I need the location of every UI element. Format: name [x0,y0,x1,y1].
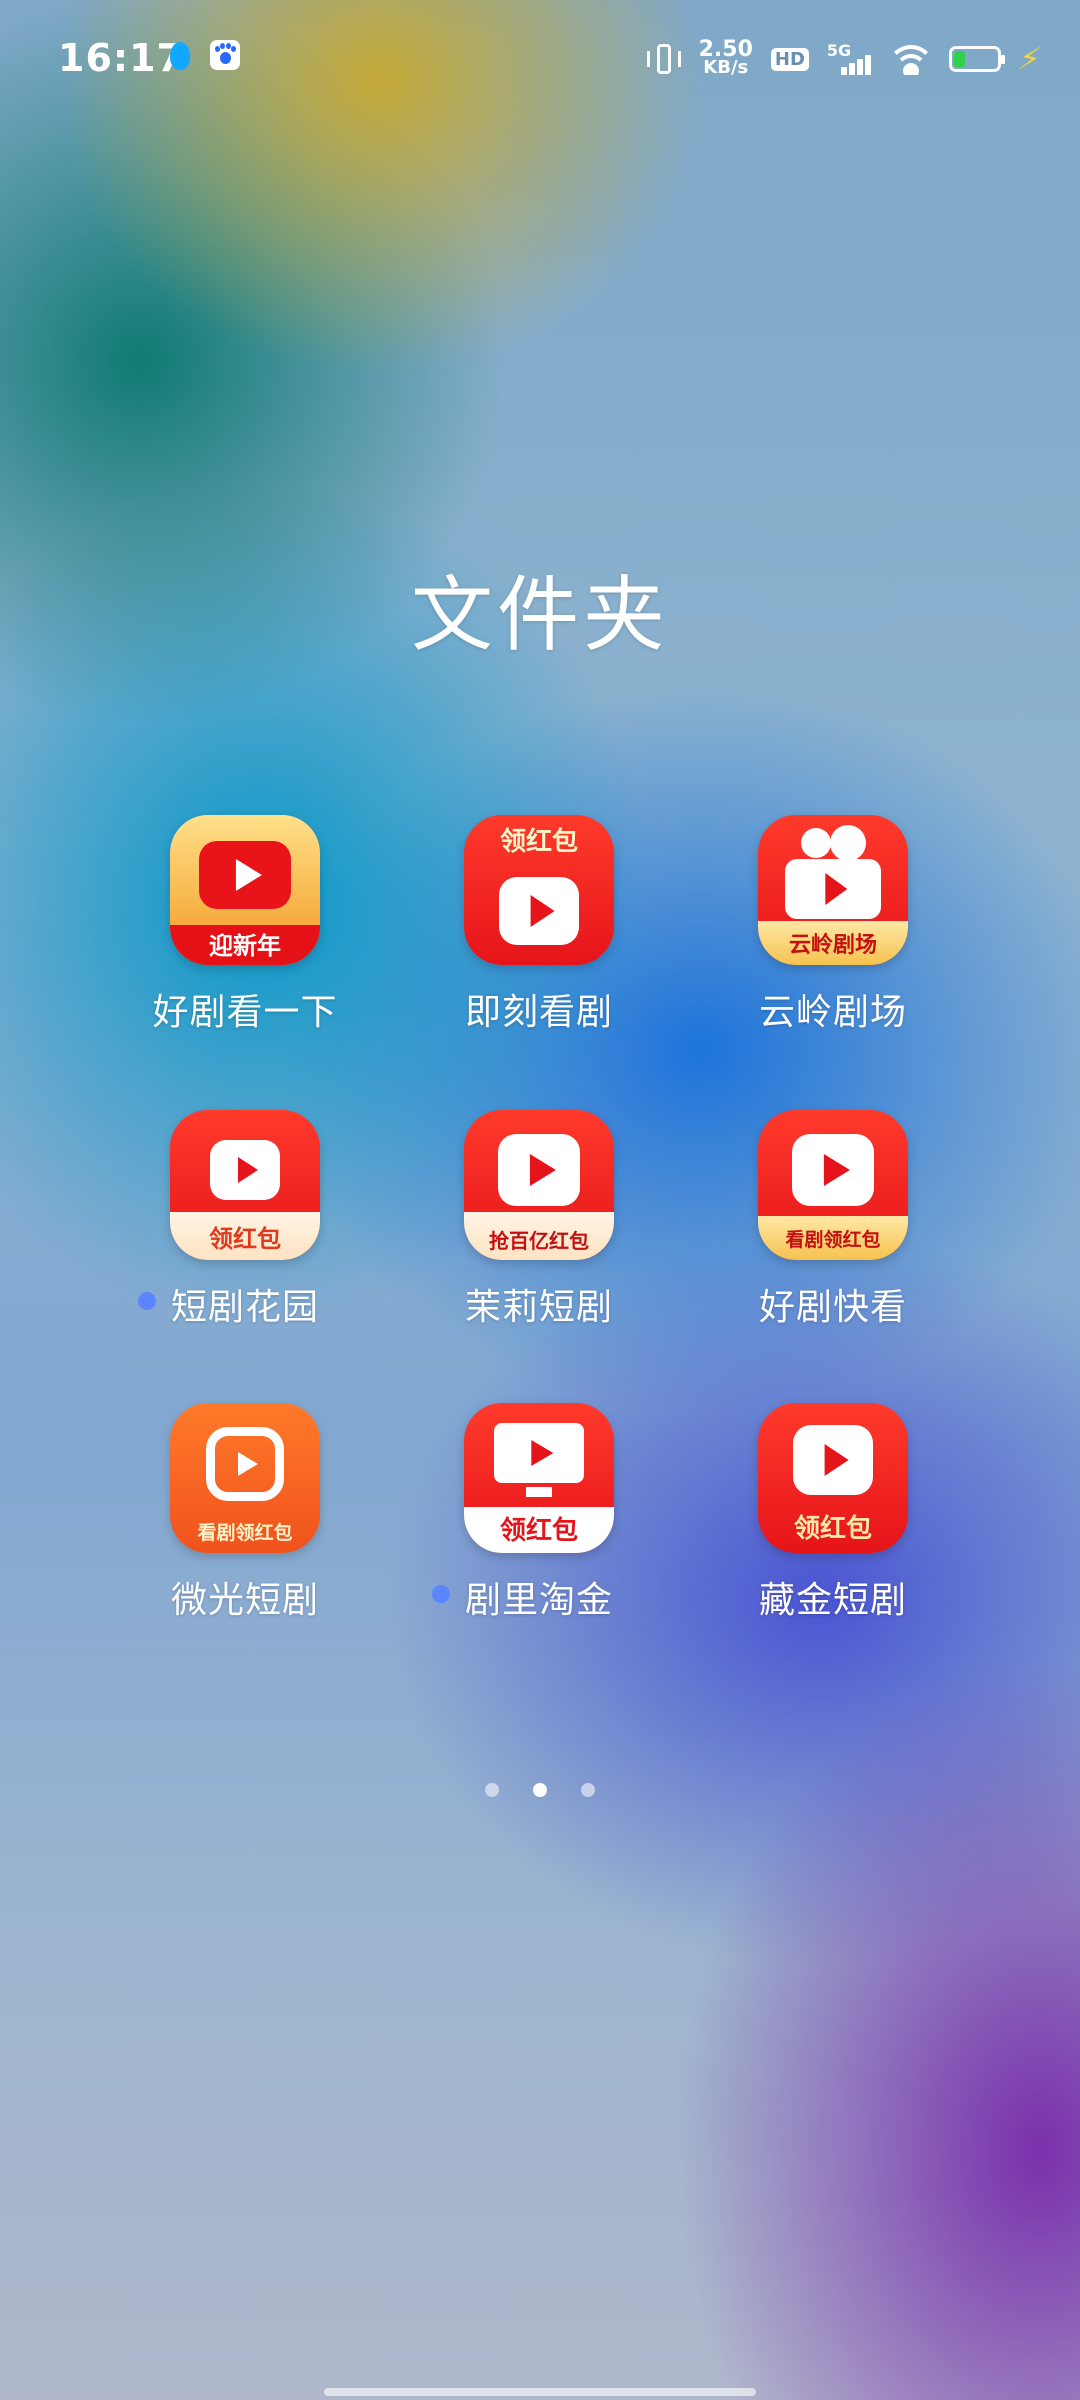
network-speed-unit: KB/s [703,57,749,78]
page-indicator[interactable] [0,1783,1080,1797]
battery-icon [948,46,1005,72]
duanju-huayuan-app-icon[interactable]: 领红包 [170,1110,320,1260]
app-juli-taojin[interactable]: 领红包 剧里淘金 [392,1403,652,1643]
weiguang-duanju-app-icon[interactable]: 看剧领红包 [170,1403,320,1553]
app-label: 剧里淘金 [464,1580,613,1621]
app-label: 云岭剧场 [758,992,907,1033]
folder-title[interactable]: 文件夹 [0,548,1080,667]
network-type-label: 5G [826,41,852,60]
app-label: 微光短剧 [170,1580,319,1621]
app-duanju-huayuan[interactable]: 领红包 短剧花园 [98,1110,358,1350]
app-icon-badge-text: 云岭剧场 [788,933,877,958]
status-time: 16:17 [58,36,184,80]
cangjin-duanju-app-icon[interactable]: 领红包 [758,1403,908,1553]
hd-badge: HD [770,47,809,71]
app-icon-badge-text: 抢百亿红包 [489,1229,589,1253]
haoju-kanyixia-app-icon[interactable]: 迎新年 [170,815,320,965]
page-dot[interactable] [485,1783,499,1797]
app-icon-badge-text: 领红包 [499,827,578,857]
haoju-kuaikan-app-icon[interactable]: 看剧领红包 [758,1110,908,1260]
jike-kanju-app-icon[interactable]: 领红包 [464,815,614,965]
app-label: 好剧看一下 [152,992,338,1033]
app-yunling-juchang[interactable]: 云岭剧场 云岭剧场 [686,815,946,1055]
app-icon-badge-text: 看剧领红包 [197,1522,293,1544]
baidu-icon [210,40,240,70]
app-icon-badge-text: 领红包 [209,1225,281,1253]
app-icon-badge-text: 领红包 [499,1516,578,1546]
page-dot-active[interactable] [533,1783,547,1797]
yunling-juchang-app-icon[interactable]: 云岭剧场 [758,815,908,965]
app-haoju-kanyixia[interactable]: 迎新年 好剧看一下 [98,815,358,1055]
juli-taojin-app-icon[interactable]: 领红包 [464,1403,614,1553]
signal-icon: 5G [827,41,873,77]
app-cangjin-duanju[interactable]: 领红包 藏金短剧 [686,1403,946,1643]
charging-icon: ⚡ [1015,41,1044,77]
app-label: 好剧快看 [758,1287,907,1328]
moli-duanju-app-icon[interactable]: 抢百亿红包 [464,1110,614,1260]
app-label: 即刻看剧 [464,992,613,1033]
app-icon-badge-text: 看剧领红包 [785,1229,881,1251]
app-haoju-kuaikan[interactable]: 看剧领红包 好剧快看 [686,1110,946,1350]
app-jike-kanju[interactable]: 领红包 即刻看剧 [392,815,652,1055]
app-label: 短剧花园 [170,1287,319,1328]
qq-icon [170,42,190,70]
page-dot[interactable] [581,1783,595,1797]
status-bar: 16:17 2.50 KB/s HD 5G ⚡ [0,0,1080,120]
network-speed: 2.50 KB/s [699,39,753,78]
wifi-icon [890,43,931,75]
app-icon-badge-text: 领红包 [793,1514,872,1544]
vibrate-icon [646,44,681,74]
app-weiguang-duanju[interactable]: 看剧领红包 微光短剧 [98,1403,358,1643]
app-label: 茉莉短剧 [464,1287,613,1328]
app-label: 藏金短剧 [758,1580,907,1621]
app-moli-duanju[interactable]: 抢百亿红包 茉莉短剧 [392,1110,652,1350]
app-icon-badge-text: 迎新年 [209,932,281,960]
home-indicator[interactable] [324,2388,756,2396]
